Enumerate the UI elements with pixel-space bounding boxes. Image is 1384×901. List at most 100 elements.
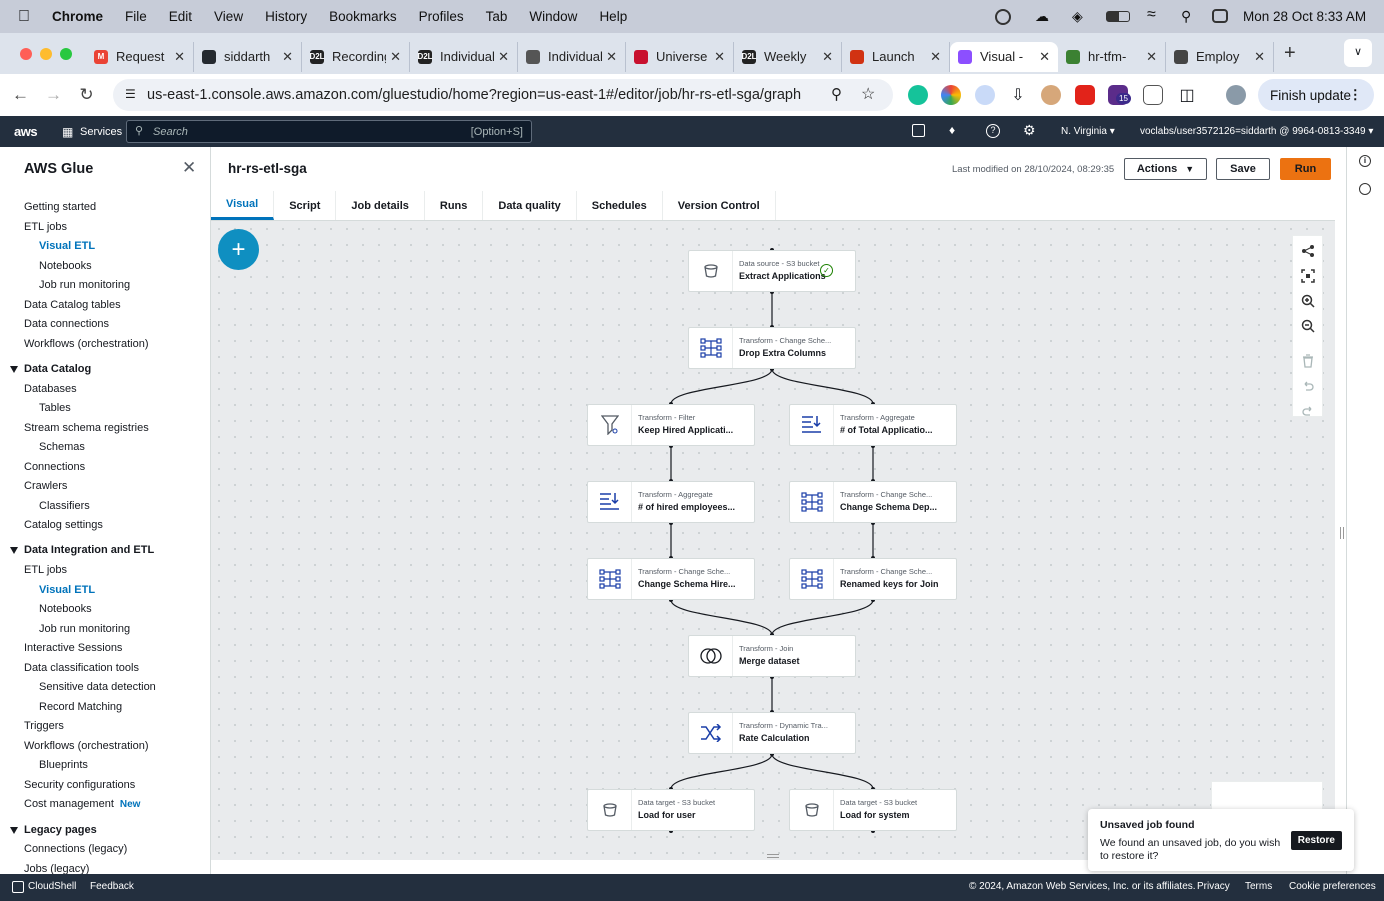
sidebar-item[interactable]: Notebooks [39, 260, 92, 272]
sidebar-item[interactable]: Triggers [24, 720, 64, 732]
zoom-icon[interactable]: ⚲ [831, 85, 842, 103]
tab-close-icon[interactable]: ✕ [390, 49, 401, 65]
avatar-extension-icon[interactable] [1041, 85, 1061, 105]
sidebar-item[interactable]: Connections [24, 461, 85, 473]
menu-app-name[interactable]: Chrome [52, 9, 103, 24]
help-icon[interactable]: ? [986, 124, 1000, 138]
zoom-window-button[interactable] [60, 47, 72, 60]
extension-status-icon[interactable]: ☁ [1035, 8, 1049, 25]
cookie-preferences-link[interactable]: Cookie preferences [1289, 881, 1376, 892]
battery-icon[interactable] [1106, 11, 1130, 22]
dag-node[interactable]: Transform - Change Sche... Drop Extra Col… [688, 327, 856, 369]
menu-help[interactable]: Help [599, 9, 627, 24]
collapse-caret-icon[interactable] [10, 365, 18, 373]
menu-history[interactable]: History [265, 9, 307, 24]
tab-close-icon[interactable]: ✕ [930, 49, 941, 65]
sidebar-item[interactable]: Workflows (orchestration) [24, 338, 149, 350]
dag-node[interactable]: Transform - Change Sche... Renamed keys f… [789, 558, 957, 600]
browser-tab[interactable]: D2L Individual ✕ [410, 41, 518, 72]
elephant-icon[interactable]: ◈ [1072, 8, 1083, 25]
tab-close-icon[interactable]: ✕ [498, 49, 509, 65]
sidebar-section[interactable]: Data Catalog [10, 363, 91, 375]
info-icon[interactable]: i [1359, 155, 1371, 167]
download-icon[interactable]: ⇩ [1008, 85, 1028, 105]
actions-dropdown[interactable]: Actions ▼ [1124, 158, 1207, 180]
colorful-extension-icon[interactable] [941, 85, 961, 105]
notifications-bell-icon[interactable]: ♦ [949, 123, 955, 137]
sidebar-item[interactable]: Stream schema registries [24, 422, 149, 434]
code-extension-icon[interactable] [1143, 85, 1163, 105]
privacy-link[interactable]: Privacy [1197, 881, 1230, 892]
extensions-puzzle-icon[interactable]: ◫ [1177, 85, 1197, 105]
browser-tab[interactable]: Universe ✕ [626, 41, 734, 72]
history-icon[interactable] [1359, 183, 1371, 195]
job-tab[interactable]: Visual [211, 191, 275, 220]
menu-file[interactable]: File [125, 9, 147, 24]
browser-tab[interactable]: Individual ✕ [518, 41, 626, 72]
region-selector[interactable]: N. Virginia ▾ [1061, 126, 1115, 137]
sidebar-item[interactable]: Security configurations [24, 779, 135, 791]
feedback-link[interactable]: Feedback [90, 881, 134, 892]
sidebar-item[interactable]: Tables [39, 402, 71, 414]
close-sidebar-icon[interactable]: ✕ [182, 158, 196, 178]
sidebar-item[interactable]: Interactive Sessions [24, 642, 122, 654]
zoom-in-icon[interactable] [1301, 294, 1315, 308]
dag-node[interactable]: Data target - S3 bucket Load for system [789, 789, 957, 831]
dag-node[interactable]: Transform - Aggregate # of hired employee… [587, 481, 755, 523]
tab-close-icon[interactable]: ✕ [282, 49, 293, 65]
bookmark-star-icon[interactable]: ☆ [861, 84, 875, 104]
redo-icon[interactable] [1301, 404, 1315, 418]
sidebar-item[interactable]: Crawlers [24, 480, 67, 492]
browser-tab[interactable]: D2L Recording ✕ [302, 41, 410, 72]
close-window-button[interactable] [20, 47, 32, 60]
sidebar-item[interactable]: Databases [24, 383, 77, 395]
job-tab[interactable]: Runs [425, 191, 484, 220]
account-menu[interactable]: voclabs/user3572126=siddarth @ 9964-0813… [1140, 126, 1373, 137]
apple-icon[interactable]:  [18, 8, 30, 26]
wifi-icon[interactable]: ≈ [1147, 6, 1156, 24]
terms-link[interactable]: Terms [1245, 881, 1272, 892]
back-icon[interactable]: ← [4, 85, 37, 105]
sidebar-item[interactable]: Sensitive data detection [39, 681, 156, 693]
profile-avatar[interactable] [1226, 85, 1246, 105]
services-menu[interactable]: Services [80, 126, 122, 138]
browser-tab[interactable]: M Request ✕ [86, 41, 194, 72]
dag-node[interactable]: Data target - S3 bucket Load for user [587, 789, 755, 831]
settings-gear-icon[interactable]: ⚙ [1023, 122, 1036, 139]
tab-close-icon[interactable]: ✕ [1039, 49, 1050, 65]
browser-tab[interactable]: Employ ✕ [1166, 41, 1274, 72]
aws-search-input[interactable]: ⚲ Search [Option+S] [126, 120, 532, 143]
sidebar-item[interactable]: Blueprints [39, 759, 88, 771]
minimize-window-button[interactable] [40, 47, 52, 60]
pdf-extension-icon[interactable] [1075, 85, 1095, 105]
sidebar-item[interactable]: Cost management New [24, 798, 140, 810]
site-info-icon[interactable]: ☰ [125, 87, 136, 101]
sidebar-item[interactable]: Notebooks [39, 603, 92, 615]
sidebar-item[interactable]: Classifiers [39, 500, 90, 512]
cloudshell-footer-icon[interactable] [12, 881, 24, 893]
add-node-button[interactable]: + [218, 229, 259, 270]
sidebar-item[interactable]: Data Catalog tables [24, 299, 121, 311]
zoom-out-icon[interactable] [1301, 319, 1315, 333]
dag-node[interactable]: Transform - Join Merge dataset [688, 635, 856, 677]
sidebar-item[interactable]: Catalog settings [24, 519, 103, 531]
more-menu-icon[interactable]: ⋮ [1349, 87, 1363, 103]
job-tab[interactable]: Data quality [483, 191, 577, 220]
sidebar-item[interactable]: Visual ETL [39, 240, 95, 252]
aws-logo[interactable]: aws [14, 124, 38, 139]
sidebar-item[interactable]: Job run monitoring [39, 279, 130, 291]
collapse-caret-icon[interactable] [10, 826, 18, 834]
side-panel-splitter[interactable] [1340, 527, 1344, 539]
tab-search-button[interactable]: ∨ [1344, 39, 1372, 67]
dag-node[interactable]: Transform - Change Sche... Change Schema … [789, 481, 957, 523]
menu-bookmarks[interactable]: Bookmarks [329, 9, 397, 24]
layout-icon[interactable] [1301, 244, 1315, 258]
job-tab[interactable]: Schedules [577, 191, 663, 220]
spotlight-search-icon[interactable]: ⚲ [1181, 8, 1191, 25]
sidebar-section[interactable]: Data Integration and ETL [10, 544, 154, 556]
run-button[interactable]: Run [1280, 158, 1331, 180]
sidebar-item[interactable]: Job run monitoring [39, 623, 130, 635]
dag-node[interactable]: Data source - S3 bucket Extract Applicati… [688, 250, 856, 292]
control-center-icon[interactable] [1212, 9, 1228, 23]
grammarly-extension-icon[interactable] [908, 85, 928, 105]
